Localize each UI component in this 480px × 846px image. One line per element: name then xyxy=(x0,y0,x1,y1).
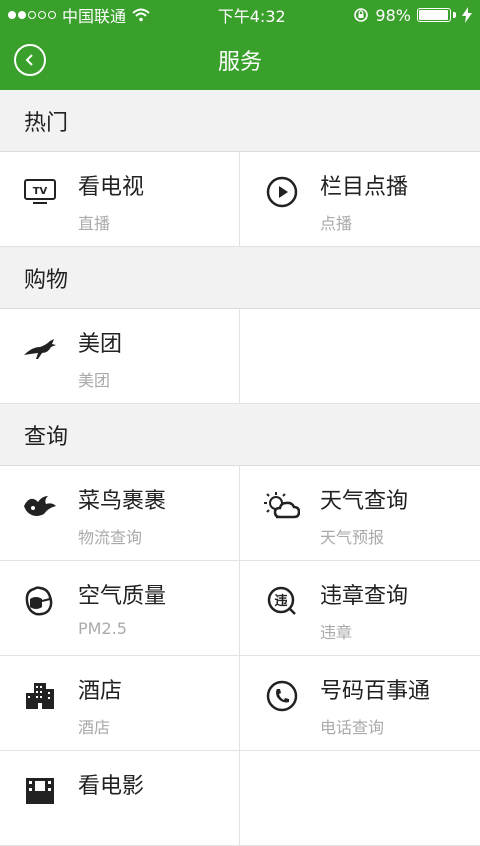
kangaroo-icon xyxy=(22,331,58,367)
item-subtitle: 违章 xyxy=(320,623,353,642)
service-item-air-quality[interactable]: 空气质量 PM2.5 xyxy=(0,561,240,656)
section-header: 查询 xyxy=(0,404,480,466)
nav-bar: 服务 xyxy=(0,30,480,90)
item-title: 栏目点播 xyxy=(320,175,409,200)
item-subtitle: 物流查询 xyxy=(78,528,143,547)
item-title: 天气查询 xyxy=(320,489,409,514)
section-header: 热门 xyxy=(0,90,480,152)
item-title: 空气质量 xyxy=(78,584,167,609)
service-item-violation[interactable]: 违 违章查询 违章 xyxy=(240,561,480,656)
service-item-cinema[interactable]: 看电影 xyxy=(0,751,240,846)
item-subtitle: 点播 xyxy=(320,214,353,233)
item-subtitle: 酒店 xyxy=(78,718,111,737)
item-title: 酒店 xyxy=(78,679,123,704)
rotation-lock-icon xyxy=(354,8,369,22)
page-title: 服务 xyxy=(217,50,262,75)
item-title: 美团 xyxy=(78,332,123,357)
empty-cell xyxy=(240,751,480,846)
section-shopping: 购物 美团 美团 xyxy=(0,247,480,404)
phone-icon xyxy=(264,678,300,714)
item-title: 看电视 xyxy=(78,175,145,200)
play-icon xyxy=(264,174,300,210)
service-item-tv[interactable]: TV 看电视 直播 xyxy=(0,152,240,247)
service-item-cainiao[interactable]: 菜鸟裹裹 物流查询 xyxy=(0,466,240,561)
section-header: 购物 xyxy=(0,247,480,309)
item-title: 菜鸟裹裹 xyxy=(78,489,167,514)
service-item-meituan[interactable]: 美团 美团 xyxy=(0,309,240,404)
section-query: 查询 菜鸟裹裹 物流查询 天气查询 天气预报 空气质量 PM2.5 违 违章查询… xyxy=(0,404,480,846)
service-item-phone[interactable]: 号码百事通 电话查询 xyxy=(240,656,480,751)
mask-icon xyxy=(22,583,58,619)
item-title: 违章查询 xyxy=(320,584,409,609)
tv-icon: TV xyxy=(22,174,58,210)
section-hot: 热门 TV 看电视 直播 栏目点播 点播 xyxy=(0,90,480,247)
weather-icon xyxy=(264,488,300,524)
cinema-icon xyxy=(22,773,58,809)
hotel-icon xyxy=(22,678,58,714)
status-bar: 中国联通 下午4:32 98% xyxy=(0,0,480,30)
item-subtitle: 电话查询 xyxy=(320,718,385,737)
time-label: 下午4:32 xyxy=(217,7,286,26)
item-subtitle: 直播 xyxy=(78,214,111,233)
signal-icon xyxy=(8,11,56,19)
charging-icon xyxy=(461,7,472,23)
back-button[interactable] xyxy=(14,44,46,76)
empty-cell xyxy=(240,309,480,404)
item-subtitle: 天气预报 xyxy=(320,528,385,547)
svg-text:违: 违 xyxy=(274,593,287,609)
violation-icon: 违 xyxy=(264,583,300,619)
battery-percent: 98% xyxy=(375,5,411,25)
battery-icon xyxy=(416,8,456,22)
item-subtitle: 美团 xyxy=(78,371,111,390)
item-subtitle: PM2.5 xyxy=(78,619,127,638)
bird-icon xyxy=(22,488,58,524)
chevron-left-icon xyxy=(25,54,33,66)
item-title: 号码百事通 xyxy=(320,679,431,704)
wifi-icon xyxy=(132,8,150,22)
item-title: 看电影 xyxy=(78,774,145,799)
service-item-hotel[interactable]: 酒店 酒店 xyxy=(0,656,240,751)
svg-text:TV: TV xyxy=(33,186,48,197)
service-item-weather[interactable]: 天气查询 天气预报 xyxy=(240,466,480,561)
service-item-vod[interactable]: 栏目点播 点播 xyxy=(240,152,480,247)
carrier-label: 中国联通 xyxy=(62,7,127,26)
